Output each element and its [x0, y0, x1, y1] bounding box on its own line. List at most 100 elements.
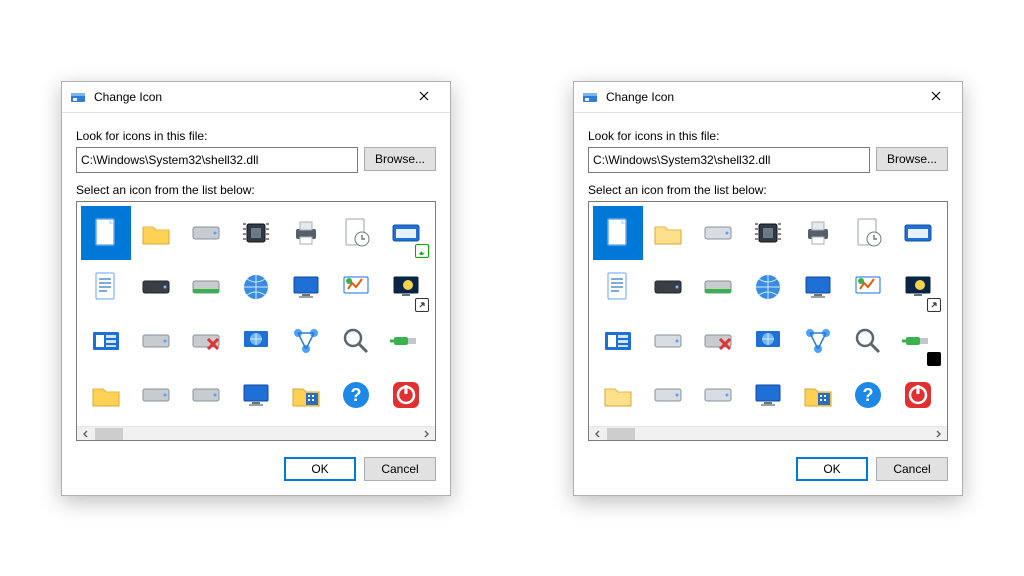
- icon-folder[interactable]: [645, 208, 691, 258]
- icon-drive-light[interactable]: [133, 316, 179, 366]
- share-overlay-icon: [415, 244, 429, 258]
- shortcut-overlay-icon: [415, 298, 429, 312]
- icon-monitor[interactable]: [283, 262, 329, 312]
- icon-network[interactable]: [283, 316, 329, 366]
- icon-drive[interactable]: [695, 208, 741, 258]
- icon-list: ?: [588, 201, 948, 441]
- dialog-footer: OK Cancel: [76, 457, 436, 481]
- icon-folder[interactable]: [133, 208, 179, 258]
- icon-drive-x[interactable]: [695, 316, 741, 366]
- icon-globe-monitor[interactable]: [233, 316, 279, 366]
- ok-button[interactable]: OK: [796, 457, 868, 481]
- dialog-body: Look for icons in this file: Browse... S…: [62, 113, 450, 495]
- dialog-footer: OK Cancel: [588, 457, 948, 481]
- icon-folder-grid[interactable]: [283, 370, 329, 420]
- icon-drive-green[interactable]: [183, 262, 229, 312]
- scroll-right-icon[interactable]: [419, 427, 433, 441]
- icon-magnifier[interactable]: [333, 316, 379, 366]
- icon-monitor-blank[interactable]: [745, 370, 791, 420]
- scroll-track[interactable]: [95, 428, 417, 440]
- icon-window-list[interactable]: [83, 316, 129, 366]
- icon-power[interactable]: [895, 370, 941, 420]
- icon-file-clock[interactable]: [845, 208, 891, 258]
- icon-grid: ?: [589, 202, 947, 426]
- scroll-track[interactable]: [607, 428, 929, 440]
- icon-window-run[interactable]: [383, 208, 429, 258]
- change-icon-dialog: Change Icon Look for icons in this file:…: [61, 81, 451, 496]
- scroll-thumb[interactable]: [607, 428, 635, 440]
- close-button[interactable]: [916, 84, 956, 110]
- icon-globe-monitor[interactable]: [745, 316, 791, 366]
- icon-drive-alt[interactable]: [645, 370, 691, 420]
- icon-help[interactable]: ?: [333, 370, 379, 420]
- icon-window-list[interactable]: [595, 316, 641, 366]
- icon-monitor[interactable]: [795, 262, 841, 312]
- icon-power[interactable]: [383, 370, 429, 420]
- horizontal-scrollbar[interactable]: [77, 426, 435, 441]
- cancel-button[interactable]: Cancel: [364, 457, 436, 481]
- icon-help[interactable]: ?: [845, 370, 891, 420]
- change-icon-dialog: Change Icon Look for icons in this file:…: [573, 81, 963, 496]
- icon-folder-grid[interactable]: [795, 370, 841, 420]
- ok-button[interactable]: OK: [284, 457, 356, 481]
- icon-monitor-night[interactable]: [895, 262, 941, 312]
- icon-file-text[interactable]: [83, 262, 129, 312]
- icon-chart-monitor[interactable]: [845, 262, 891, 312]
- icon-file-blank[interactable]: [83, 208, 129, 258]
- icon-drive-light[interactable]: [645, 316, 691, 366]
- icon-file-clock[interactable]: [333, 208, 379, 258]
- icon-chip[interactable]: [745, 208, 791, 258]
- icon-drive-x[interactable]: [183, 316, 229, 366]
- close-icon: [931, 90, 941, 104]
- icon-window-run[interactable]: [895, 208, 941, 258]
- scroll-thumb[interactable]: [95, 428, 123, 440]
- path-input[interactable]: [588, 147, 870, 173]
- icon-chip[interactable]: [233, 208, 279, 258]
- horizontal-scrollbar[interactable]: [589, 426, 947, 441]
- select-label: Select an icon from the list below:: [588, 183, 948, 197]
- icon-drive-dark[interactable]: [645, 262, 691, 312]
- icon-drive-alt2[interactable]: [183, 370, 229, 420]
- icon-file-text[interactable]: [595, 262, 641, 312]
- icon-usb[interactable]: [895, 316, 941, 366]
- icon-printer[interactable]: [283, 208, 329, 258]
- icon-chart-monitor[interactable]: [333, 262, 379, 312]
- close-button[interactable]: [404, 84, 444, 110]
- path-label: Look for icons in this file:: [76, 129, 436, 143]
- icon-usb[interactable]: [383, 316, 429, 366]
- scroll-right-icon[interactable]: [931, 427, 945, 441]
- cancel-button[interactable]: Cancel: [876, 457, 948, 481]
- close-icon: [419, 90, 429, 104]
- icon-globe[interactable]: [233, 262, 279, 312]
- icon-monitor-blank[interactable]: [233, 370, 279, 420]
- path-input[interactable]: [76, 147, 358, 173]
- icon-folder-alt[interactable]: [595, 370, 641, 420]
- icon-folder-alt[interactable]: [83, 370, 129, 420]
- icon-drive-dark[interactable]: [133, 262, 179, 312]
- dialog-title: Change Icon: [94, 90, 404, 104]
- dialog-body: Look for icons in this file: Browse... S…: [574, 113, 962, 495]
- browse-button[interactable]: Browse...: [876, 147, 948, 171]
- icon-network[interactable]: [795, 316, 841, 366]
- icon-globe[interactable]: [745, 262, 791, 312]
- app-icon: [70, 89, 86, 105]
- titlebar: Change Icon: [62, 82, 450, 113]
- icon-drive-alt2[interactable]: [695, 370, 741, 420]
- icon-file-blank[interactable]: [595, 208, 641, 258]
- icon-printer[interactable]: [795, 208, 841, 258]
- scroll-left-icon[interactable]: [79, 427, 93, 441]
- icon-drive[interactable]: [183, 208, 229, 258]
- icon-drive-green[interactable]: [695, 262, 741, 312]
- icon-monitor-night[interactable]: [383, 262, 429, 312]
- scroll-left-icon[interactable]: [591, 427, 605, 441]
- svg-text:?: ?: [351, 385, 362, 405]
- overlay-icon: [927, 352, 941, 366]
- select-label: Select an icon from the list below:: [76, 183, 436, 197]
- icon-drive-alt[interactable]: [133, 370, 179, 420]
- icon-grid: ?: [77, 202, 435, 426]
- titlebar: Change Icon: [574, 82, 962, 113]
- path-label: Look for icons in this file:: [588, 129, 948, 143]
- icon-list: ?: [76, 201, 436, 441]
- icon-magnifier[interactable]: [845, 316, 891, 366]
- browse-button[interactable]: Browse...: [364, 147, 436, 171]
